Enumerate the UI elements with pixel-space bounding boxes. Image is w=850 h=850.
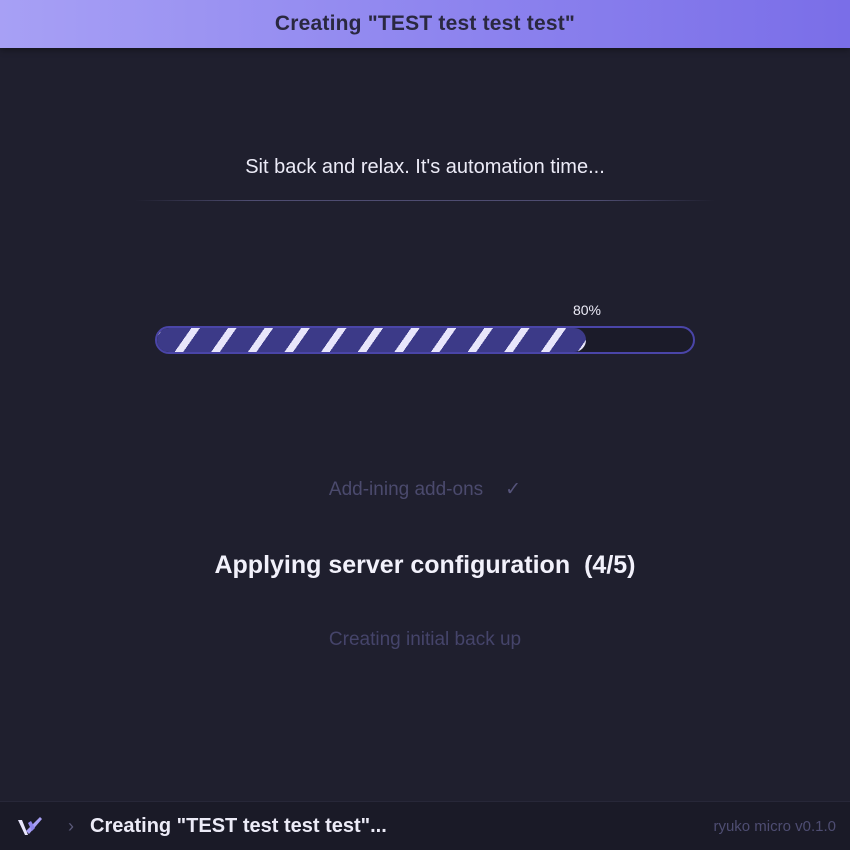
divider (135, 200, 715, 201)
step-counter: (4/5) (584, 551, 636, 579)
step-current-label: Applying server configuration (214, 551, 571, 579)
progress-section: 80% (155, 300, 695, 360)
progress-fill (157, 328, 586, 352)
step-upcoming-label: Creating initial back up (328, 629, 522, 650)
step-completed: Add-ining add-ons ✓ (0, 470, 850, 510)
window-title: Creating "TEST test test test" (274, 12, 576, 35)
version-label: ryuko micro v0.1.0 (713, 817, 836, 835)
status-bar: › Creating "TEST test test test"... ryuk… (0, 801, 850, 850)
progress-bar (155, 326, 695, 354)
check-icon: ✓ (505, 479, 522, 500)
app-logo-icon[interactable] (12, 809, 46, 843)
status-text: Creating "TEST test test test"... (90, 814, 387, 837)
breadcrumb-separator: › (68, 815, 74, 836)
app-window: Creating "TEST test test test" Sit back … (0, 0, 850, 850)
step-current: Applying server configuration (4/5) (0, 545, 850, 585)
title-bar: Creating "TEST test test test" (0, 0, 850, 48)
step-completed-label: Add-ining add-ons (328, 479, 484, 500)
steps-list: Add-ining add-ons ✓ Applying server confi… (0, 470, 850, 660)
tagline: Sit back and relax. It's automation time… (245, 156, 605, 178)
step-upcoming: Creating initial back up (0, 620, 850, 660)
progress-percent-label: 80% (572, 302, 602, 318)
